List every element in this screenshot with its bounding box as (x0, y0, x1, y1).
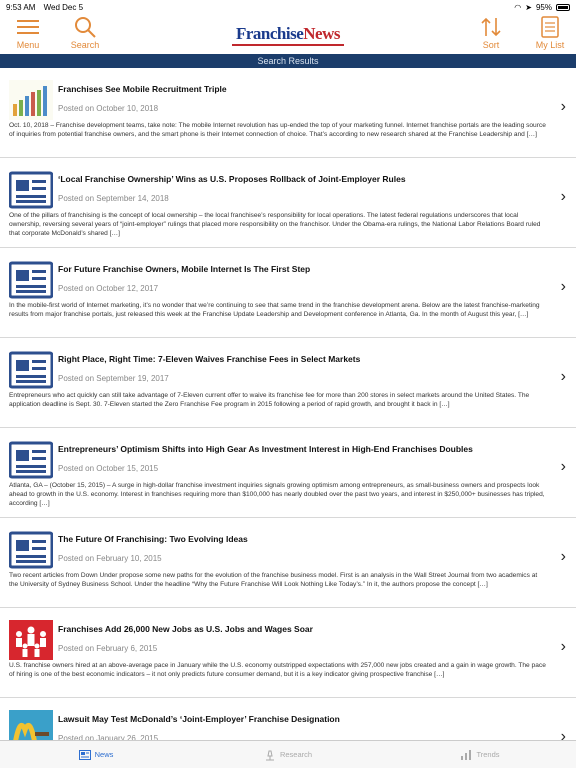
article-title: For Future Franchise Owners, Mobile Inte… (58, 264, 311, 274)
tab-trends[interactable]: Trends (384, 741, 576, 768)
article-title: Entrepreneurs’ Optimism Shifts into High… (58, 444, 473, 454)
tab-research-label: Research (279, 750, 313, 759)
chevron-right-icon: › (560, 188, 566, 205)
article-excerpt: One of the pillars of franchising is the… (9, 212, 541, 237)
article-excerpt: Entrepreneurs who act quickly can still … (9, 392, 530, 408)
article-excerpt: U.S. franchise owners hired at an above-… (9, 662, 546, 678)
news-icon (8, 440, 54, 480)
article-excerpt: Two recent articles from Down Under prop… (9, 572, 538, 588)
status-bar: 9:53 AM Wed Dec 5 ◠ ➤ 95% (0, 0, 576, 14)
chevron-right-icon: › (560, 548, 566, 565)
article-date: Posted on September 19, 2017 (58, 374, 169, 383)
article-title: Right Place, Right Time: 7-Eleven Waives… (58, 354, 361, 364)
article-title: Lawsuit May Test McDonald’s ‘Joint-Emplo… (58, 714, 340, 724)
top-toolbar: Menu Search FranchiseNews Sort My List (0, 14, 576, 54)
article-date: Posted on October 10, 2018 (58, 104, 159, 113)
article-title: ‘Local Franchise Ownership’ Wins as U.S.… (58, 174, 406, 184)
tab-news-label: News (94, 750, 114, 759)
tab-news[interactable]: News (0, 741, 192, 768)
location-icon: ➤ (525, 2, 532, 12)
logo-underline (232, 44, 344, 46)
article-title: The Future Of Franchising: Two Evolving … (58, 534, 248, 544)
document-list-icon (541, 14, 559, 40)
article-list-item[interactable]: The Future Of Franchising: Two Evolving … (0, 518, 576, 608)
battery-icon (556, 3, 570, 11)
sort-label: Sort (482, 40, 500, 50)
article-excerpt: Atlanta, GA – (October 15, 2015) – A sur… (9, 482, 545, 507)
chevron-right-icon: › (560, 368, 566, 385)
status-date: Wed Dec 5 (43, 2, 84, 12)
article-title: Franchises Add 26,000 New Jobs as U.S. J… (58, 624, 313, 634)
chevron-right-icon: › (560, 98, 566, 115)
chevron-right-icon: › (560, 638, 566, 655)
sort-arrows-icon (480, 14, 502, 40)
chevron-right-icon: › (560, 278, 566, 295)
my-list-label: My List (535, 40, 565, 50)
article-date: Posted on February 6, 2015 (58, 644, 158, 653)
article-excerpt: In the mobile-first world of Internet ma… (9, 302, 540, 318)
search-results-header: Search Results (0, 54, 576, 68)
article-excerpt: Oct. 10, 2018 – Franchise development te… (9, 122, 546, 138)
tab-trends-label: Trends (476, 750, 500, 759)
article-list-item[interactable]: Right Place, Right Time: 7-Eleven Waives… (0, 338, 576, 428)
my-list-button[interactable]: My List (522, 14, 576, 50)
chart-thumbnail (9, 80, 53, 120)
battery-percent: 95% (535, 2, 552, 12)
news-icon (8, 260, 54, 300)
bottom-tab-bar: News Research Trends (0, 740, 576, 768)
article-list-item[interactable]: Franchises Add 26,000 New Jobs as U.S. J… (0, 608, 576, 698)
article-date: Posted on October 15, 2015 (58, 464, 159, 473)
article-title: Franchises See Mobile Recruitment Triple (58, 84, 227, 94)
news-icon (8, 350, 54, 390)
news-icon (8, 170, 54, 210)
chevron-right-icon: › (560, 458, 566, 475)
status-time: 9:53 AM (6, 2, 36, 12)
article-date: Posted on February 10, 2015 (58, 554, 162, 563)
article-list-item[interactable]: Entrepreneurs’ Optimism Shifts into High… (0, 428, 576, 518)
article-date: Posted on October 12, 2017 (58, 284, 159, 293)
article-list: Franchises See Mobile Recruitment Triple… (0, 68, 576, 754)
news-icon (8, 530, 54, 570)
article-list-item[interactable]: For Future Franchise Owners, Mobile Inte… (0, 248, 576, 338)
trends-tab-icon (461, 749, 472, 760)
sort-button[interactable]: Sort (463, 14, 519, 50)
article-list-item[interactable]: Franchises See Mobile Recruitment Triple… (0, 68, 576, 158)
people-thumbnail (9, 620, 53, 660)
article-date: Posted on September 14, 2018 (58, 194, 169, 203)
tab-research[interactable]: Research (192, 741, 384, 768)
research-tab-icon (265, 750, 274, 760)
wifi-icon: ◠ (514, 2, 522, 12)
news-tab-icon (78, 749, 91, 760)
article-list-item[interactable]: ‘Local Franchise Ownership’ Wins as U.S.… (0, 158, 576, 248)
